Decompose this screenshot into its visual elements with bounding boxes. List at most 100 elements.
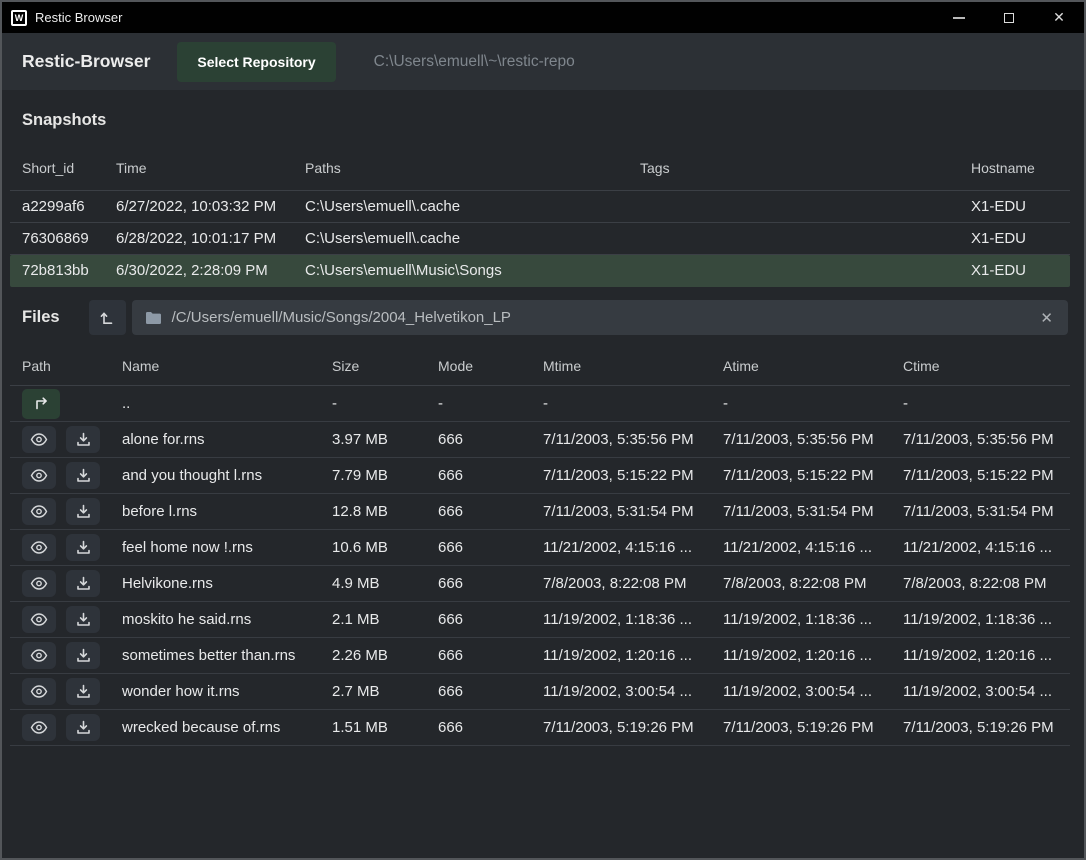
snapshot-row[interactable]: 76306869 6/28/2022, 10:01:17 PM C:\Users… [10,223,1070,255]
file-row: and you thought l.rns 7.79 MB 666 7/11/2… [10,458,1070,494]
minimize-button[interactable] [934,2,984,33]
snapshot-paths: C:\Users\emuell\.cache [305,230,640,247]
file-name: before l.rns [122,503,332,520]
download-file-button[interactable] [66,570,100,597]
col-paths: Paths [305,160,640,176]
file-atime: 7/8/2003, 8:22:08 PM [723,575,903,592]
snapshot-paths: C:\Users\emuell\.cache [305,198,640,215]
download-file-button[interactable] [66,462,100,489]
snapshot-short-id: 76306869 [22,230,116,247]
file-name: and you thought l.rns [122,467,332,484]
snapshot-time: 6/28/2022, 10:01:17 PM [116,230,305,247]
file-mtime: 7/11/2003, 5:31:54 PM [543,503,723,520]
preview-file-button[interactable] [22,570,56,597]
window-controls: ✕ [934,2,1084,33]
snapshots-section-title: Snapshots [2,90,1084,145]
file-ctime: - [903,395,1058,412]
file-size: 3.97 MB [332,431,438,448]
file-mode: 666 [438,503,543,520]
eye-icon [30,541,48,554]
file-size: 2.7 MB [332,683,438,700]
eye-icon [30,721,48,734]
download-file-button[interactable] [66,534,100,561]
eye-icon [30,649,48,662]
file-ctime: 7/11/2003, 5:31:54 PM [903,503,1058,520]
eye-icon [30,613,48,626]
preview-file-button[interactable] [22,678,56,705]
col-time: Time [116,160,305,176]
download-icon [76,684,91,699]
current-path-input[interactable]: /C/Users/emuell/Music/Songs/2004_Helveti… [132,300,1068,335]
preview-file-button[interactable] [22,498,56,525]
file-mode: 666 [438,575,543,592]
app-header: Restic-Browser Select Repository C:\User… [2,33,1084,90]
select-repository-button[interactable]: Select Repository [177,42,335,82]
preview-file-button[interactable] [22,642,56,669]
file-mode: - [438,395,543,412]
go-up-button[interactable] [22,389,60,419]
snapshots-table: Short_id Time Paths Tags Hostname a2299a… [10,145,1070,287]
file-row: before l.rns 12.8 MB 666 7/11/2003, 5:31… [10,494,1070,530]
col-path: Path [22,358,122,374]
snapshot-row[interactable]: 72b813bb 6/30/2022, 2:28:09 PM C:\Users\… [10,255,1070,287]
file-mtime: 7/11/2003, 5:19:26 PM [543,719,723,736]
file-size: 4.9 MB [332,575,438,592]
file-mode: 666 [438,683,543,700]
snapshots-rows: a2299af6 6/27/2022, 10:03:32 PM C:\Users… [10,191,1070,287]
file-row: alone for.rns 3.97 MB 666 7/11/2003, 5:3… [10,422,1070,458]
preview-file-button[interactable] [22,606,56,633]
file-row: wrecked because of.rns 1.51 MB 666 7/11/… [10,710,1070,746]
col-size: Size [332,358,438,374]
file-name: sometimes better than.rns [122,647,332,664]
file-name: moskito he said.rns [122,611,332,628]
snapshot-hostname: X1-EDU [971,230,1058,247]
preview-file-button[interactable] [22,462,56,489]
files-table: Path Name Size Mode Mtime Atime Ctime ..… [10,347,1070,746]
preview-file-button[interactable] [22,534,56,561]
preview-file-button[interactable] [22,714,56,741]
file-ctime: 11/19/2002, 1:18:36 ... [903,611,1058,628]
file-atime: 11/19/2002, 3:00:54 ... [723,683,903,700]
snapshot-hostname: X1-EDU [971,262,1058,279]
file-size: 12.8 MB [332,503,438,520]
snapshot-row[interactable]: a2299af6 6/27/2022, 10:03:32 PM C:\Users… [10,191,1070,223]
clear-path-button[interactable]: ✕ [1038,309,1055,327]
download-icon [76,648,91,663]
file-row: Helvikone.rns 4.9 MB 666 7/8/2003, 8:22:… [10,566,1070,602]
file-atime: - [723,395,903,412]
file-ctime: 7/11/2003, 5:19:26 PM [903,719,1058,736]
file-mode: 666 [438,719,543,736]
folder-icon [145,311,162,325]
window-title: Restic Browser [35,10,122,25]
download-file-button[interactable] [66,426,100,453]
file-atime: 7/11/2003, 5:35:56 PM [723,431,903,448]
download-file-button[interactable] [66,678,100,705]
col-mtime: Mtime [543,358,723,374]
download-file-button[interactable] [66,642,100,669]
files-section-title: Files [22,308,60,327]
download-icon [76,612,91,627]
go-to-root-button[interactable] [89,300,126,335]
file-atime: 7/11/2003, 5:15:22 PM [723,467,903,484]
col-hostname: Hostname [971,160,1058,176]
file-size: 2.26 MB [332,647,438,664]
maximize-button[interactable] [984,2,1034,33]
close-button[interactable]: ✕ [1034,2,1084,33]
download-file-button[interactable] [66,606,100,633]
file-size: 1.51 MB [332,719,438,736]
download-file-button[interactable] [66,714,100,741]
snapshot-time: 6/27/2022, 10:03:32 PM [116,198,305,215]
current-path-value: /C/Users/emuell/Music/Songs/2004_Helveti… [172,309,511,326]
eye-icon [30,469,48,482]
preview-file-button[interactable] [22,426,56,453]
corner-up-right-arrow-icon [33,396,50,411]
file-name: Helvikone.rns [122,575,332,592]
file-row: sometimes better than.rns 2.26 MB 666 11… [10,638,1070,674]
file-ctime: 7/11/2003, 5:15:22 PM [903,467,1058,484]
file-ctime: 11/19/2002, 3:00:54 ... [903,683,1058,700]
file-atime: 7/11/2003, 5:31:54 PM [723,503,903,520]
eye-icon [30,577,48,590]
files-bar: Files /C/Users/emuell/Music/Songs/2004_H… [2,287,1084,347]
file-atime: 7/11/2003, 5:19:26 PM [723,719,903,736]
download-file-button[interactable] [66,498,100,525]
